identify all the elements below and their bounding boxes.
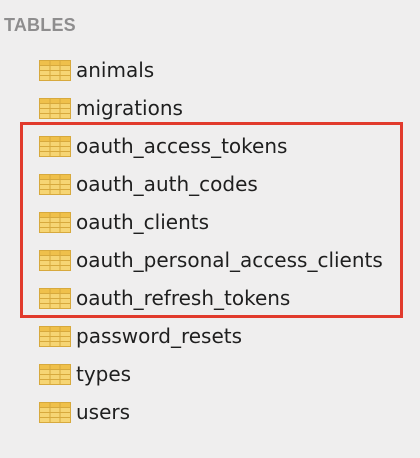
table-item-oauth-auth-codes[interactable]: oauth_auth_codes [0, 166, 420, 204]
table-item-oauth-refresh-tokens[interactable]: oauth_refresh_tokens [0, 280, 420, 318]
table-item-label: oauth_access_tokens [76, 134, 288, 158]
table-item-label: oauth_refresh_tokens [76, 286, 291, 310]
tables-sidebar: TABLES animals migrations oauth_access_t… [0, 0, 420, 458]
table-item-label: migrations [76, 96, 183, 120]
table-item-users[interactable]: users [0, 394, 420, 432]
table-item-migrations[interactable]: migrations [0, 90, 420, 128]
table-icon [39, 250, 71, 271]
table-item-animals[interactable]: animals [0, 52, 420, 90]
table-item-label: oauth_personal_access_clients [76, 248, 383, 272]
table-list: animals migrations oauth_access_tokens o… [0, 52, 420, 432]
table-item-label: users [76, 400, 131, 424]
table-icon [39, 402, 71, 423]
table-item-types[interactable]: types [0, 356, 420, 394]
table-item-label: oauth_clients [76, 210, 210, 234]
table-icon [39, 98, 71, 119]
table-item-label: animals [76, 58, 155, 82]
tables-section-header: TABLES [4, 15, 76, 35]
table-item-oauth-personal-access-clients[interactable]: oauth_personal_access_clients [0, 242, 420, 280]
table-item-label: oauth_auth_codes [76, 172, 258, 196]
table-item-password-resets[interactable]: password_resets [0, 318, 420, 356]
table-icon [39, 212, 71, 233]
table-item-label: types [76, 362, 132, 386]
table-icon [39, 174, 71, 195]
table-icon [39, 136, 71, 157]
table-icon [39, 364, 71, 385]
table-item-oauth-access-tokens[interactable]: oauth_access_tokens [0, 128, 420, 166]
table-item-oauth-clients[interactable]: oauth_clients [0, 204, 420, 242]
table-icon [39, 60, 71, 81]
table-icon [39, 326, 71, 347]
table-icon [39, 288, 71, 309]
table-item-label: password_resets [76, 324, 243, 348]
